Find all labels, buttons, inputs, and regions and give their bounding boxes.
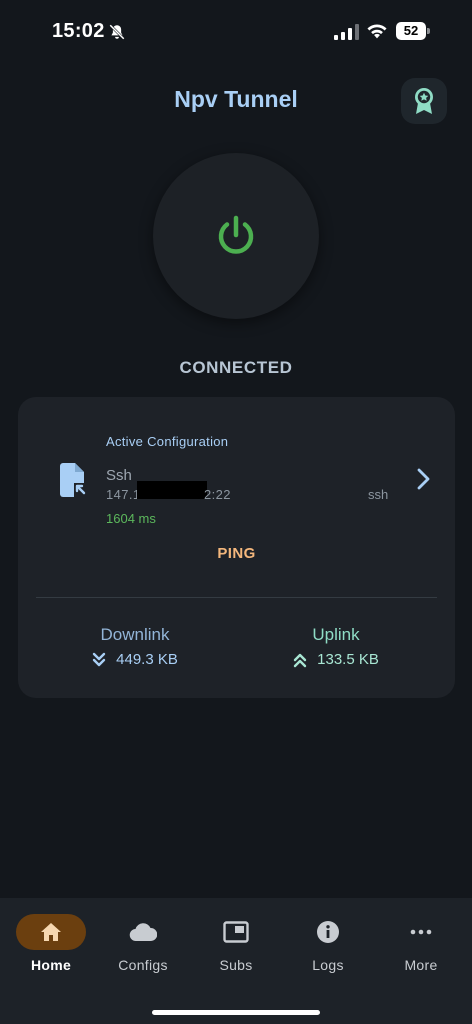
nav-label-more: More [404, 957, 438, 973]
battery-indicator: 52 [396, 22, 430, 40]
home-indicator[interactable] [152, 1010, 320, 1015]
info-icon [317, 921, 339, 943]
nav-label-logs: Logs [312, 957, 344, 973]
nav-item-logs[interactable]: Logs [281, 914, 375, 976]
redacted-host-block [137, 481, 207, 499]
uplink-value: 133.5 KB [317, 651, 379, 668]
bottom-navigation: Home Configs Subs Logs More [0, 898, 472, 1024]
chevron-right-icon[interactable] [416, 467, 432, 491]
cell-signal-icon [334, 24, 359, 40]
picture-in-picture-icon [223, 921, 249, 943]
nav-item-subs[interactable]: Subs [189, 914, 283, 976]
premium-badge-button[interactable] [401, 78, 447, 124]
status-time: 15:02 [52, 20, 105, 42]
config-host-port: 2:22 [204, 487, 231, 502]
nav-label-subs: Subs [219, 957, 253, 973]
nav-item-home[interactable]: Home [4, 914, 98, 976]
double-chevron-down-icon [92, 652, 106, 666]
active-config-caption: Active Configuration [106, 434, 229, 449]
uplink-stat: Uplink 133.5 KB [256, 625, 416, 668]
power-toggle-button[interactable] [153, 153, 319, 319]
cloud-icon [129, 923, 157, 942]
bell-muted-icon [109, 24, 125, 40]
nav-item-configs[interactable]: Configs [96, 914, 190, 976]
ping-button[interactable]: PING [18, 545, 455, 562]
nav-label-configs: Configs [118, 957, 168, 973]
award-ribbon-icon [415, 88, 433, 114]
config-host: 147.1 [106, 487, 141, 502]
home-icon [41, 923, 61, 941]
uplink-label: Uplink [312, 625, 360, 644]
connection-status: CONNECTED [179, 358, 293, 377]
card-divider [36, 597, 437, 598]
battery-percent: 52 [403, 23, 419, 38]
more-horizontal-icon [410, 929, 432, 935]
nav-label-home: Home [30, 957, 72, 973]
downlink-value: 449.3 KB [116, 651, 178, 668]
config-name: Ssh [106, 467, 132, 484]
active-config-card: Active Configuration Ssh 147.1 2:22 ssh … [18, 397, 455, 698]
status-bar: 15:02 52 [0, 0, 472, 64]
nav-item-more[interactable]: More [374, 914, 468, 976]
downlink-stat: Downlink 449.3 KB [55, 625, 215, 668]
downlink-label: Downlink [100, 625, 170, 644]
config-protocol-type: ssh [368, 487, 389, 502]
power-icon [218, 215, 254, 254]
wifi-icon [367, 24, 387, 39]
config-file-icon [60, 463, 87, 497]
double-chevron-up-icon [293, 653, 307, 667]
config-latency: 1604 ms [106, 511, 156, 526]
